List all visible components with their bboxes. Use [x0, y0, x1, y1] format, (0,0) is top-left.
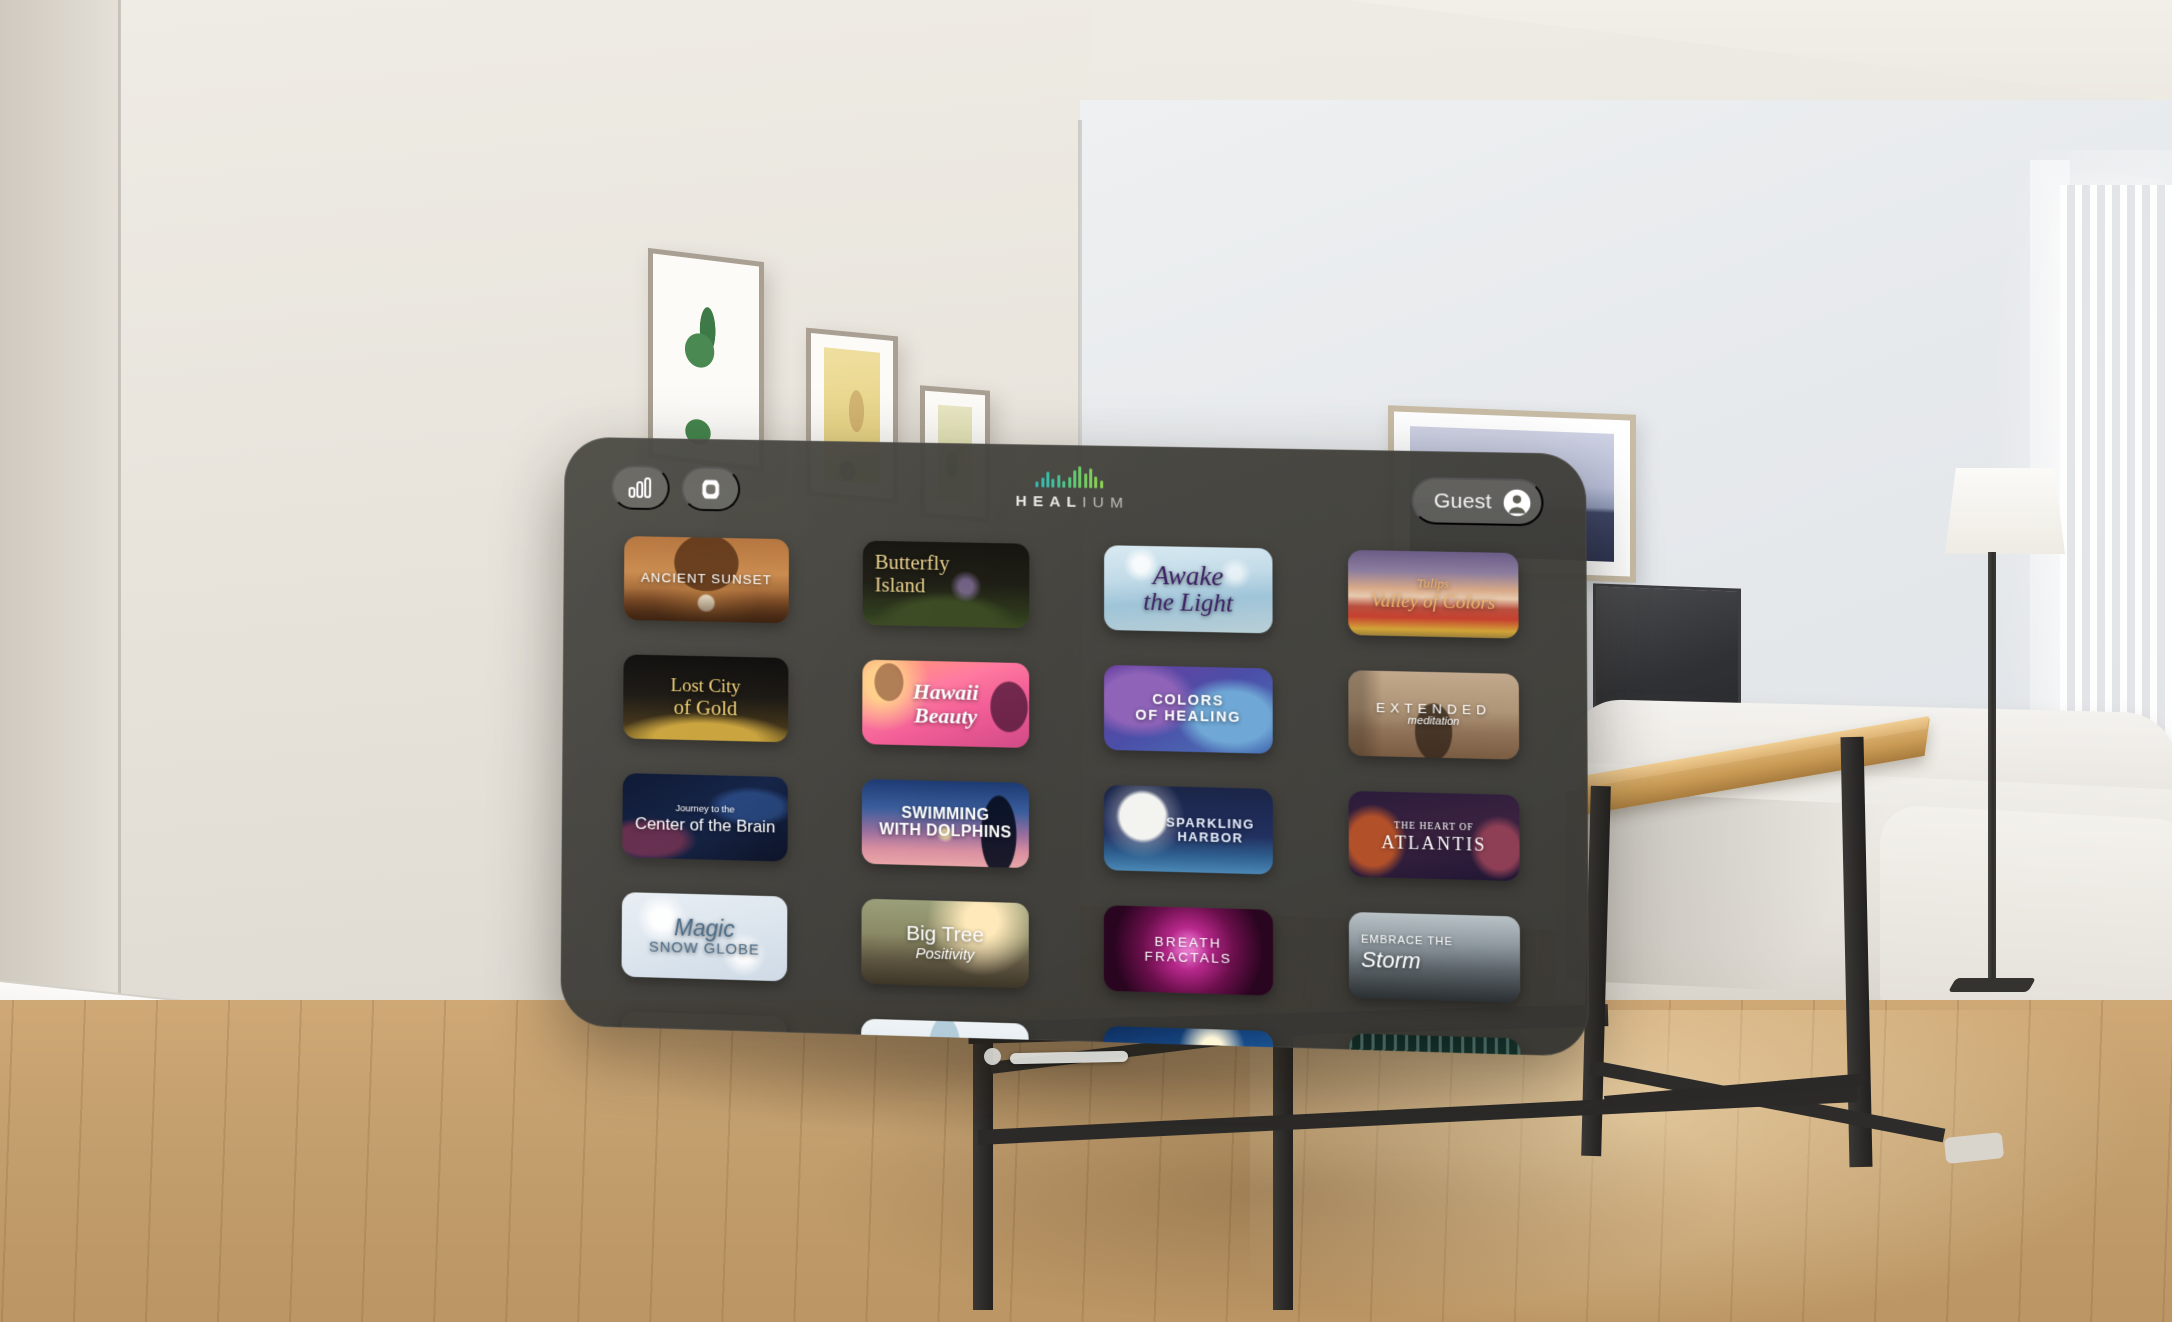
logo-word-light: IUM — [1082, 494, 1130, 512]
experience-card-title: Awake — [1152, 560, 1224, 592]
experience-card-center-of-the-brain[interactable]: Journey to the Center of the Brain — [622, 773, 788, 862]
watch-icon — [702, 479, 720, 499]
experience-card-caption: SPARKLING HARBOR — [1160, 814, 1261, 846]
logo-wave-bar-4 — [1057, 474, 1061, 488]
logo-wave-bar-2 — [1046, 471, 1050, 488]
experience-card-butterfly-island[interactable]: Butterfly Island — [862, 540, 1030, 629]
stats-button[interactable] — [610, 464, 670, 511]
guest-label: Guest — [1433, 488, 1492, 513]
experience-card-caption: ANCIENT SUNSET — [635, 570, 778, 588]
experience-grid: ANCIENT SUNSET Butterfly Island Awake the Li… — [621, 536, 1536, 1057]
logo-word-bold: HEAL — [1015, 492, 1083, 511]
experience-card-subtitle: Storm — [1361, 946, 1421, 974]
experience-card-caption: Big Tree Positivity — [900, 922, 990, 964]
experience-card-awake-the-light[interactable]: Awake the Light — [1104, 545, 1273, 634]
logo-wave-bar-8 — [1078, 466, 1082, 489]
experience-card-subtitle: WITH DOLPHINS — [879, 820, 1012, 842]
experience-card-sparkling-harbor[interactable]: SPARKLING HARBOR — [1103, 784, 1273, 875]
logo-wave-bar-12 — [1100, 480, 1104, 489]
healium-logo: HEALIUM — [980, 461, 1159, 514]
experience-card-caption: Journey to the Center of the Brain — [629, 798, 781, 837]
experience-card-caption: Awake the Light — [1137, 560, 1239, 618]
wall-return-edge — [118, 0, 121, 1130]
floor-lamp-base — [1947, 978, 2037, 992]
experience-card-title: Tulips — [1416, 575, 1450, 591]
device-button[interactable] — [681, 466, 741, 512]
experience-card-caption: THE HEART OF ATLANTIS — [1375, 816, 1493, 856]
logo-wave-bar-11 — [1094, 476, 1098, 489]
experience-card-title: COLORS — [1152, 692, 1225, 710]
stats-icon — [628, 477, 654, 499]
experience-card-subtitle: SNOW GLOBE — [648, 938, 760, 959]
logo-wave-bar-1 — [1040, 477, 1044, 488]
floor-lamp-shade — [1945, 468, 2065, 554]
experience-card-caption: COLORS OF HEALING — [1129, 692, 1247, 726]
logo-wave-bar-0 — [1035, 481, 1039, 488]
experience-card-subtitle: Island — [874, 572, 926, 598]
logo-wave-bar-9 — [1083, 473, 1087, 489]
window-close-dot[interactable] — [984, 1048, 1001, 1065]
logo-wave-bar-6 — [1067, 476, 1071, 488]
logo-wordmark: HEALIUM — [980, 492, 1159, 513]
experience-card-hawaii-beauty[interactable]: Hawaii Beauty — [862, 659, 1030, 749]
logo-wave-bar-5 — [1062, 480, 1066, 488]
experience-card-caption: SWIMMING WITH DOLPHINS — [873, 804, 1017, 843]
experience-card-title: Butterfly — [874, 549, 950, 576]
experience-card-subtitle: HARBOR — [1177, 828, 1244, 846]
user-circle-icon — [1503, 488, 1531, 516]
experience-card-breath-fractals[interactable]: BREATH FRACTALS — [1103, 905, 1274, 996]
experience-card-subtitle: Beauty — [913, 702, 978, 729]
experience-card-magic-snow-globe[interactable]: Magic SNOW GLOBE — [621, 892, 788, 982]
experience-card-subtitle: OF HEALING — [1135, 707, 1242, 726]
experience-card-heart-of-atlantis[interactable]: THE HEART OF ATLANTIS — [1348, 790, 1520, 882]
experience-card-title: Magic — [674, 914, 735, 943]
experience-card-title: Journey to the — [675, 803, 735, 816]
experience-card-subtitle: of Gold — [673, 695, 738, 721]
wall-left-return — [0, 0, 120, 1130]
experience-card-title: SWIMMING — [901, 804, 990, 824]
experience-card-ancient-sunset[interactable]: ANCIENT SUNSET — [623, 536, 790, 624]
experience-card-embrace-the-storm[interactable]: EMBRACE THE Storm — [1348, 911, 1521, 1003]
healium-app-panel[interactable]: HEALIUM Guest ANCIENT SUNSET Butterfly Isl… — [560, 436, 1590, 1057]
sofa-shadow — [1566, 790, 1986, 1000]
experience-card-subtitle: Valley of Colors — [1371, 590, 1496, 614]
experience-card-tulips-valley-of-colors[interactable]: Tulips Valley of Colors — [1348, 549, 1519, 639]
experience-card-caption: EMBRACE THE Storm — [1349, 930, 1453, 982]
experience-card-caption: Lost City of Gold — [665, 676, 747, 721]
experience-card-caption: Magic SNOW GLOBE — [643, 914, 766, 959]
experience-card-caption: Hawaii Beauty — [907, 678, 985, 729]
panel-top-bar: HEALIUM Guest — [564, 437, 1587, 551]
experience-card-title: BREATH FRACTALS — [1144, 933, 1233, 966]
experience-card-big-tree-positivity[interactable]: Big Tree Positivity — [861, 898, 1029, 989]
experience-card-subtitle: ATLANTIS — [1381, 832, 1487, 856]
experience-card-extended-meditation[interactable]: EXTENDED meditation — [1348, 670, 1520, 760]
logo-wave-bar-3 — [1051, 478, 1055, 488]
experience-card-swimming-with-dolphins[interactable]: SWIMMING WITH DOLPHINS — [861, 778, 1030, 869]
experience-card-caption: EXTENDED meditation — [1370, 699, 1498, 729]
logo-wave-bar-7 — [1073, 470, 1077, 488]
logo-wave-bar-10 — [1089, 468, 1093, 489]
experience-card-lost-city-of-gold[interactable]: Lost City of Gold — [623, 654, 789, 743]
experience-card-title: Big Tree — [906, 922, 984, 948]
experience-card-caption: BREATH FRACTALS — [1104, 934, 1273, 968]
experience-card-title: ANCIENT SUNSET — [640, 570, 773, 588]
experience-card-subtitle: the Light — [1143, 588, 1234, 618]
experience-card-subtitle: Center of the Brain — [634, 813, 776, 837]
experience-card-colors-of-healing[interactable]: COLORS OF HEALING — [1103, 664, 1273, 754]
guest-profile-button[interactable]: Guest — [1411, 476, 1544, 527]
floor-lamp-pole — [1988, 552, 1996, 992]
print-mat — [653, 253, 759, 467]
experience-card-caption: Tulips Valley of Colors — [1365, 574, 1501, 614]
experience-card-caption: Butterfly Island — [863, 541, 950, 598]
logo-waveform-icon — [980, 461, 1159, 490]
experience-card-title: Hawaii — [912, 678, 979, 705]
experience-card-subtitle: Positivity — [915, 944, 975, 964]
print-artwork — [666, 268, 746, 452]
